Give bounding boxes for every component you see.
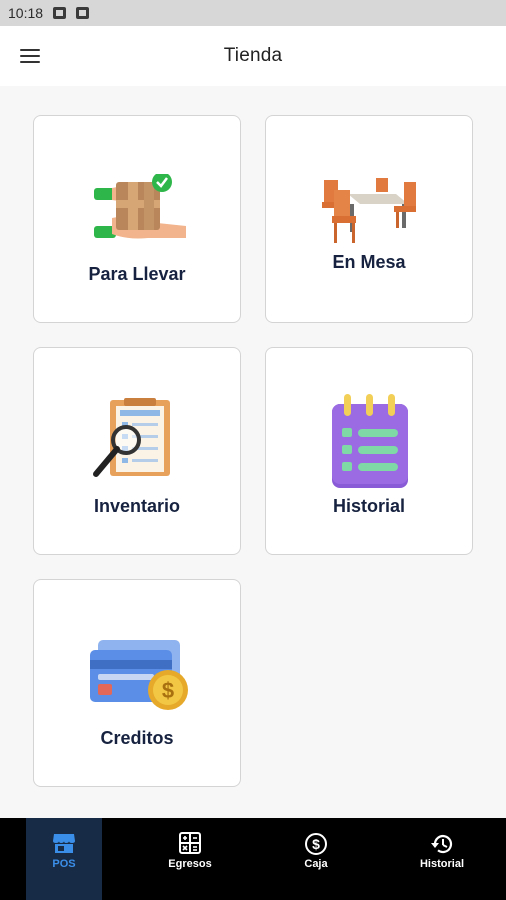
- tile-label: Inventario: [93, 496, 181, 516]
- page-title: Tienda: [223, 45, 283, 66]
- tile-historial[interactable]: Historial: [265, 347, 473, 555]
- takeaway-box-icon: [94, 174, 186, 239]
- bottom-navigation: POS Egresos $ Caja Historial: [0, 818, 506, 900]
- app-notification-icon: [76, 7, 90, 19]
- tile-label: Historial: [332, 496, 406, 516]
- image-notification-icon: [53, 7, 67, 19]
- tile-label: En Mesa: [332, 252, 406, 272]
- nav-item-historial[interactable]: Historial: [404, 818, 480, 900]
- nav-item-caja[interactable]: $ Caja: [278, 818, 354, 900]
- nav-label: Historial: [419, 858, 464, 870]
- store-icon: [53, 834, 75, 853]
- credit-cards-icon: $: [90, 640, 188, 710]
- tile-label: Para Llevar: [88, 264, 186, 284]
- notepad-list-icon: [332, 394, 408, 488]
- status-time: 10:18: [8, 5, 44, 21]
- svg-text:$: $: [312, 836, 320, 852]
- nav-label: POS: [52, 858, 76, 870]
- app-bar: Tienda: [0, 26, 506, 86]
- calculator-icon: [179, 832, 201, 854]
- dining-table-icon: [322, 178, 416, 243]
- tile-label: Creditos: [100, 728, 174, 748]
- tile-inventario[interactable]: Inventario: [33, 347, 241, 555]
- svg-text:$: $: [162, 678, 174, 703]
- nav-label: Egresos: [168, 858, 212, 870]
- nav-label: Caja: [304, 858, 328, 870]
- nav-item-pos[interactable]: POS: [26, 818, 102, 900]
- status-bar: 10:18: [0, 0, 506, 26]
- hamburger-menu-icon[interactable]: [18, 46, 42, 66]
- nav-item-egresos[interactable]: Egresos: [152, 818, 228, 900]
- history-clock-icon: [431, 835, 453, 854]
- inventory-clipboard-icon: [93, 398, 170, 477]
- tile-creditos[interactable]: $ Creditos: [33, 579, 241, 787]
- tile-para-llevar[interactable]: Para Llevar: [33, 115, 241, 323]
- dollar-circle-icon: $: [305, 833, 327, 855]
- tile-en-mesa[interactable]: En Mesa: [265, 115, 473, 323]
